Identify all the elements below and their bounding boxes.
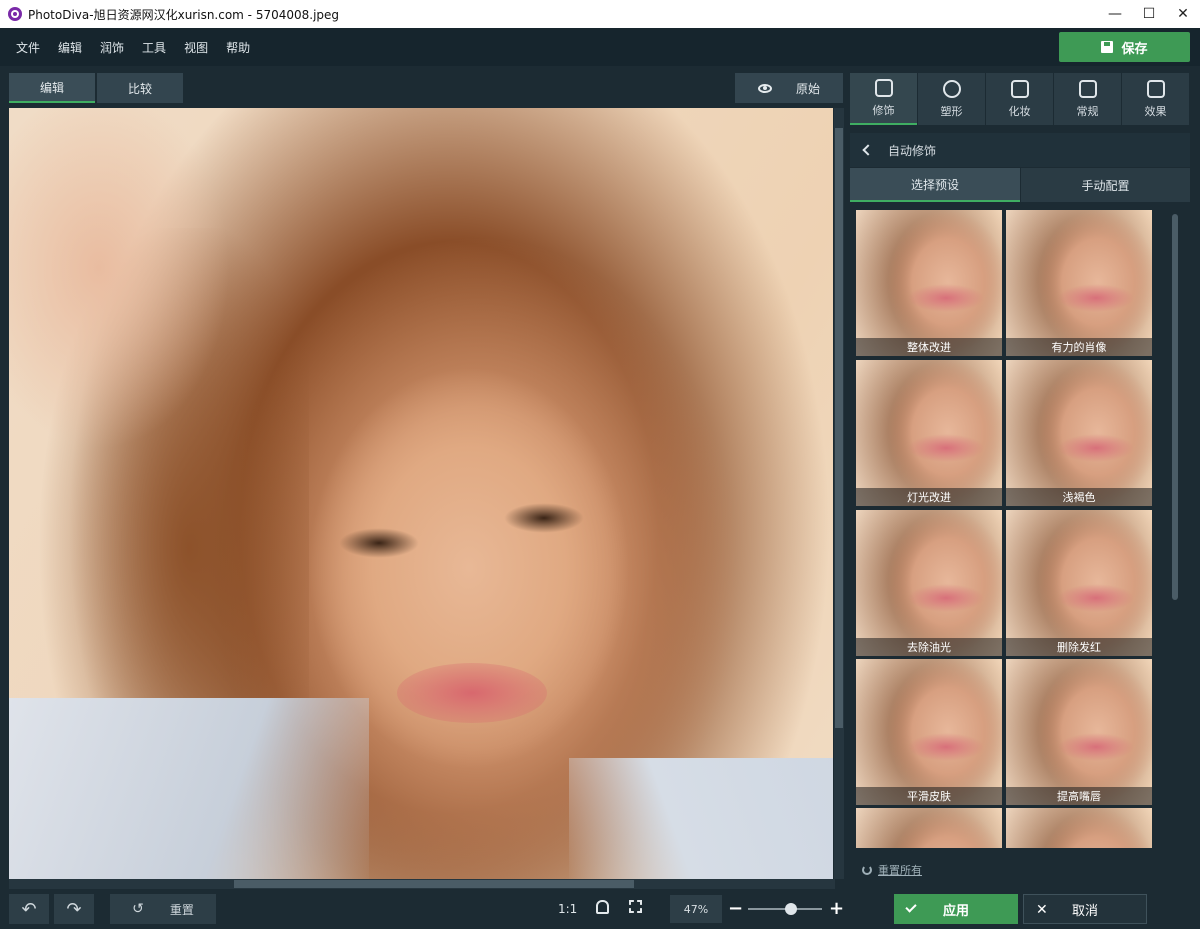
maximize-button[interactable]: ☐ xyxy=(1132,0,1166,28)
preset-smooth-skin[interactable]: 平滑皮肤 xyxy=(856,659,1002,805)
before-after-icon[interactable] xyxy=(596,900,609,914)
reset-icon: ↺ xyxy=(132,901,144,917)
preset-caption: 平滑皮肤 xyxy=(856,787,1002,805)
reset-all-label: 重置所有 xyxy=(878,864,922,877)
vertical-scroll-thumb[interactable] xyxy=(835,128,843,728)
preset-grid: 整体改进 有力的肖像 灯光改进 浅褐色 去除油光 删除发红 平滑皮肤 提高嘴唇 xyxy=(856,210,1156,850)
menu-bar: 文件 编辑 润饰 工具 视图 帮助 xyxy=(0,28,1200,66)
actual-size-button[interactable]: 1:1 xyxy=(558,902,577,916)
zoom-percent[interactable]: 47% xyxy=(670,895,722,923)
photo-lips xyxy=(397,663,547,723)
cancel-label: 取消 xyxy=(1071,903,1098,919)
apply-label: 应用 xyxy=(942,903,969,919)
tab-compare[interactable]: 比较 xyxy=(97,73,183,103)
save-button[interactable]: 保存 xyxy=(1059,32,1190,62)
canvas-horizontal-scrollbar[interactable] xyxy=(9,879,835,889)
window-controls: — ☐ ✕ xyxy=(1098,0,1200,28)
tab-effects[interactable]: 效果 xyxy=(1122,73,1189,125)
reset-all-icon xyxy=(862,865,872,875)
preset-caption: 去除油光 xyxy=(856,638,1002,656)
menu-view[interactable]: 视图 xyxy=(182,39,210,56)
makeup-lipstick-icon xyxy=(1010,79,1029,98)
preset-caption: 灯光改进 xyxy=(856,488,1002,506)
tab-general[interactable]: 常规 xyxy=(1054,73,1121,125)
fit-screen-icon[interactable] xyxy=(629,900,642,913)
undo-button[interactable]: ↶ xyxy=(9,894,49,924)
window-title: PhotoDiva-旭日资源网汉化xurisn.com - 5704008.jp… xyxy=(28,7,340,22)
zoom-slider-knob[interactable] xyxy=(785,903,797,915)
reset-all-link[interactable]: 重置所有 xyxy=(862,862,922,878)
preset-light-improve[interactable]: 灯光改进 xyxy=(856,360,1002,506)
minimize-button[interactable]: — xyxy=(1098,0,1132,28)
panel-title: 自动修饰 xyxy=(888,143,937,158)
preset-partial[interactable] xyxy=(1006,808,1152,848)
photo-shirt-right xyxy=(569,758,833,879)
preset-remove-shine[interactable]: 去除油光 xyxy=(856,510,1002,656)
effects-frame-icon xyxy=(1146,79,1165,98)
preset-caption: 删除发红 xyxy=(1006,638,1152,656)
photo-canvas[interactable] xyxy=(9,108,833,879)
preset-caption: 有力的肖像 xyxy=(1006,338,1152,356)
canvas-vertical-scrollbar[interactable] xyxy=(834,108,844,879)
photo-shirt-left xyxy=(9,698,369,879)
preset-enhance-lips[interactable]: 提高嘴唇 xyxy=(1006,659,1152,805)
preset-light-brown[interactable]: 浅褐色 xyxy=(1006,360,1152,506)
menu-file[interactable]: 文件 xyxy=(14,39,42,56)
check-icon xyxy=(905,901,917,913)
photo-right-eye xyxy=(504,503,584,533)
preset-caption: 提高嘴唇 xyxy=(1006,787,1152,805)
preset-remove-redness[interactable]: 删除发红 xyxy=(1006,510,1152,656)
tab-select-preset[interactable]: 选择预设 xyxy=(850,168,1020,202)
original-button[interactable]: 原始 xyxy=(735,73,843,103)
horizontal-scroll-thumb[interactable] xyxy=(234,880,634,888)
reshape-crosshair-icon xyxy=(942,79,961,98)
menu-tools[interactable]: 工具 xyxy=(140,39,168,56)
photo-left-eye xyxy=(339,528,419,558)
retouch-brush-icon xyxy=(874,78,893,97)
reset-label: 重置 xyxy=(169,902,194,917)
preset-caption: 浅褐色 xyxy=(1006,488,1152,506)
photo-arm-area xyxy=(9,108,249,468)
zoom-in-button[interactable]: + xyxy=(829,898,844,919)
save-disk-icon xyxy=(1101,41,1114,53)
tab-effects-label: 效果 xyxy=(1144,104,1167,118)
tab-general-label: 常规 xyxy=(1076,104,1099,118)
back-chevron-icon[interactable] xyxy=(862,144,874,156)
preset-strong-portrait[interactable]: 有力的肖像 xyxy=(1006,210,1152,356)
tab-retouch[interactable]: 修饰 xyxy=(850,73,917,125)
app-logo-icon xyxy=(8,7,22,21)
apply-button[interactable]: 应用 xyxy=(894,894,1018,924)
general-sliders-icon xyxy=(1078,79,1097,98)
tab-reshape[interactable]: 塑形 xyxy=(918,73,985,125)
tab-edit[interactable]: 编辑 xyxy=(9,73,95,103)
cancel-button[interactable]: ✕ 取消 xyxy=(1023,894,1147,924)
zoom-out-button[interactable]: − xyxy=(728,898,743,919)
preset-scrollbar[interactable] xyxy=(1172,214,1178,600)
redo-button[interactable]: ↷ xyxy=(54,894,94,924)
eye-icon xyxy=(757,83,772,93)
menu-help[interactable]: 帮助 xyxy=(224,39,252,56)
tab-reshape-label: 塑形 xyxy=(940,104,963,118)
menu-retouch[interactable]: 润饰 xyxy=(98,39,126,56)
zoom-slider[interactable] xyxy=(748,903,822,915)
original-label: 原始 xyxy=(795,81,820,96)
reset-button[interactable]: ↺ 重置 xyxy=(110,894,216,924)
close-x-icon: ✕ xyxy=(1036,902,1048,918)
tab-retouch-label: 修饰 xyxy=(872,103,895,117)
close-button[interactable]: ✕ xyxy=(1166,0,1200,28)
tab-makeup-label: 化妆 xyxy=(1008,104,1031,118)
panel-header: 自动修饰 xyxy=(850,133,1190,167)
tab-makeup[interactable]: 化妆 xyxy=(986,73,1053,125)
preset-overall-improve[interactable]: 整体改进 xyxy=(856,210,1002,356)
preset-caption: 整体改进 xyxy=(856,338,1002,356)
save-label: 保存 xyxy=(1121,41,1148,57)
tab-manual-config[interactable]: 手动配置 xyxy=(1021,168,1190,202)
preset-partial[interactable] xyxy=(856,808,1002,848)
menu-edit[interactable]: 编辑 xyxy=(56,39,84,56)
title-bar: PhotoDiva-旭日资源网汉化xurisn.com - 5704008.jp… xyxy=(0,0,1200,28)
